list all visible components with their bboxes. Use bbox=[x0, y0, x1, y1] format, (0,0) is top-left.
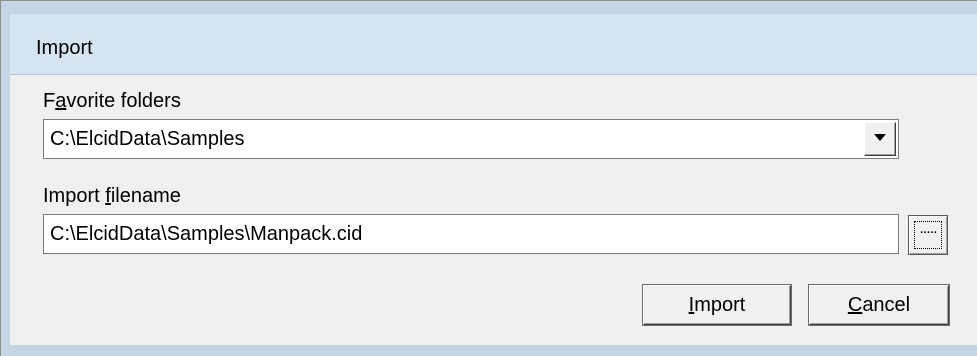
cancel-button-accesskey: C bbox=[847, 294, 863, 316]
cancel-button[interactable]: Cancel bbox=[809, 285, 949, 325]
favorite-folders-label-accesskey: a bbox=[55, 90, 67, 112]
import-button[interactable]: Import bbox=[643, 285, 791, 325]
chevron-down-icon bbox=[874, 134, 886, 141]
import-dialog: Import Favorite folders C:\ElcidData\Sam… bbox=[0, 0, 977, 356]
import-button-label: mport bbox=[694, 294, 746, 316]
favorite-folders-label-post: vorite folders bbox=[66, 90, 181, 112]
import-filename-label: Import filename bbox=[43, 184, 181, 208]
import-filename-label-pre: Import bbox=[43, 185, 106, 207]
favorite-folders-value: C:\ElcidData\Samples bbox=[50, 128, 245, 150]
title-bar: Import bbox=[10, 14, 977, 74]
ellipsis-icon: ..... bbox=[914, 221, 942, 249]
dialog-body: Favorite folders C:\ElcidData\Samples Im… bbox=[10, 74, 977, 345]
dropdown-button[interactable] bbox=[864, 122, 896, 156]
favorite-folders-label: Favorite folders bbox=[43, 89, 181, 113]
dialog-title: Import bbox=[36, 37, 93, 59]
cancel-button-label: ancel bbox=[862, 294, 911, 316]
favorite-folders-dropdown[interactable]: C:\ElcidData\Samples bbox=[43, 119, 899, 159]
import-filename-value: C:\ElcidData\Samples\Manpack.cid bbox=[50, 223, 363, 245]
browse-button[interactable]: ..... bbox=[908, 215, 948, 255]
import-filename-input[interactable]: C:\ElcidData\Samples\Manpack.cid bbox=[43, 214, 899, 254]
import-filename-label-post: ilename bbox=[110, 185, 181, 207]
favorite-folders-label-pre: F bbox=[43, 90, 56, 112]
